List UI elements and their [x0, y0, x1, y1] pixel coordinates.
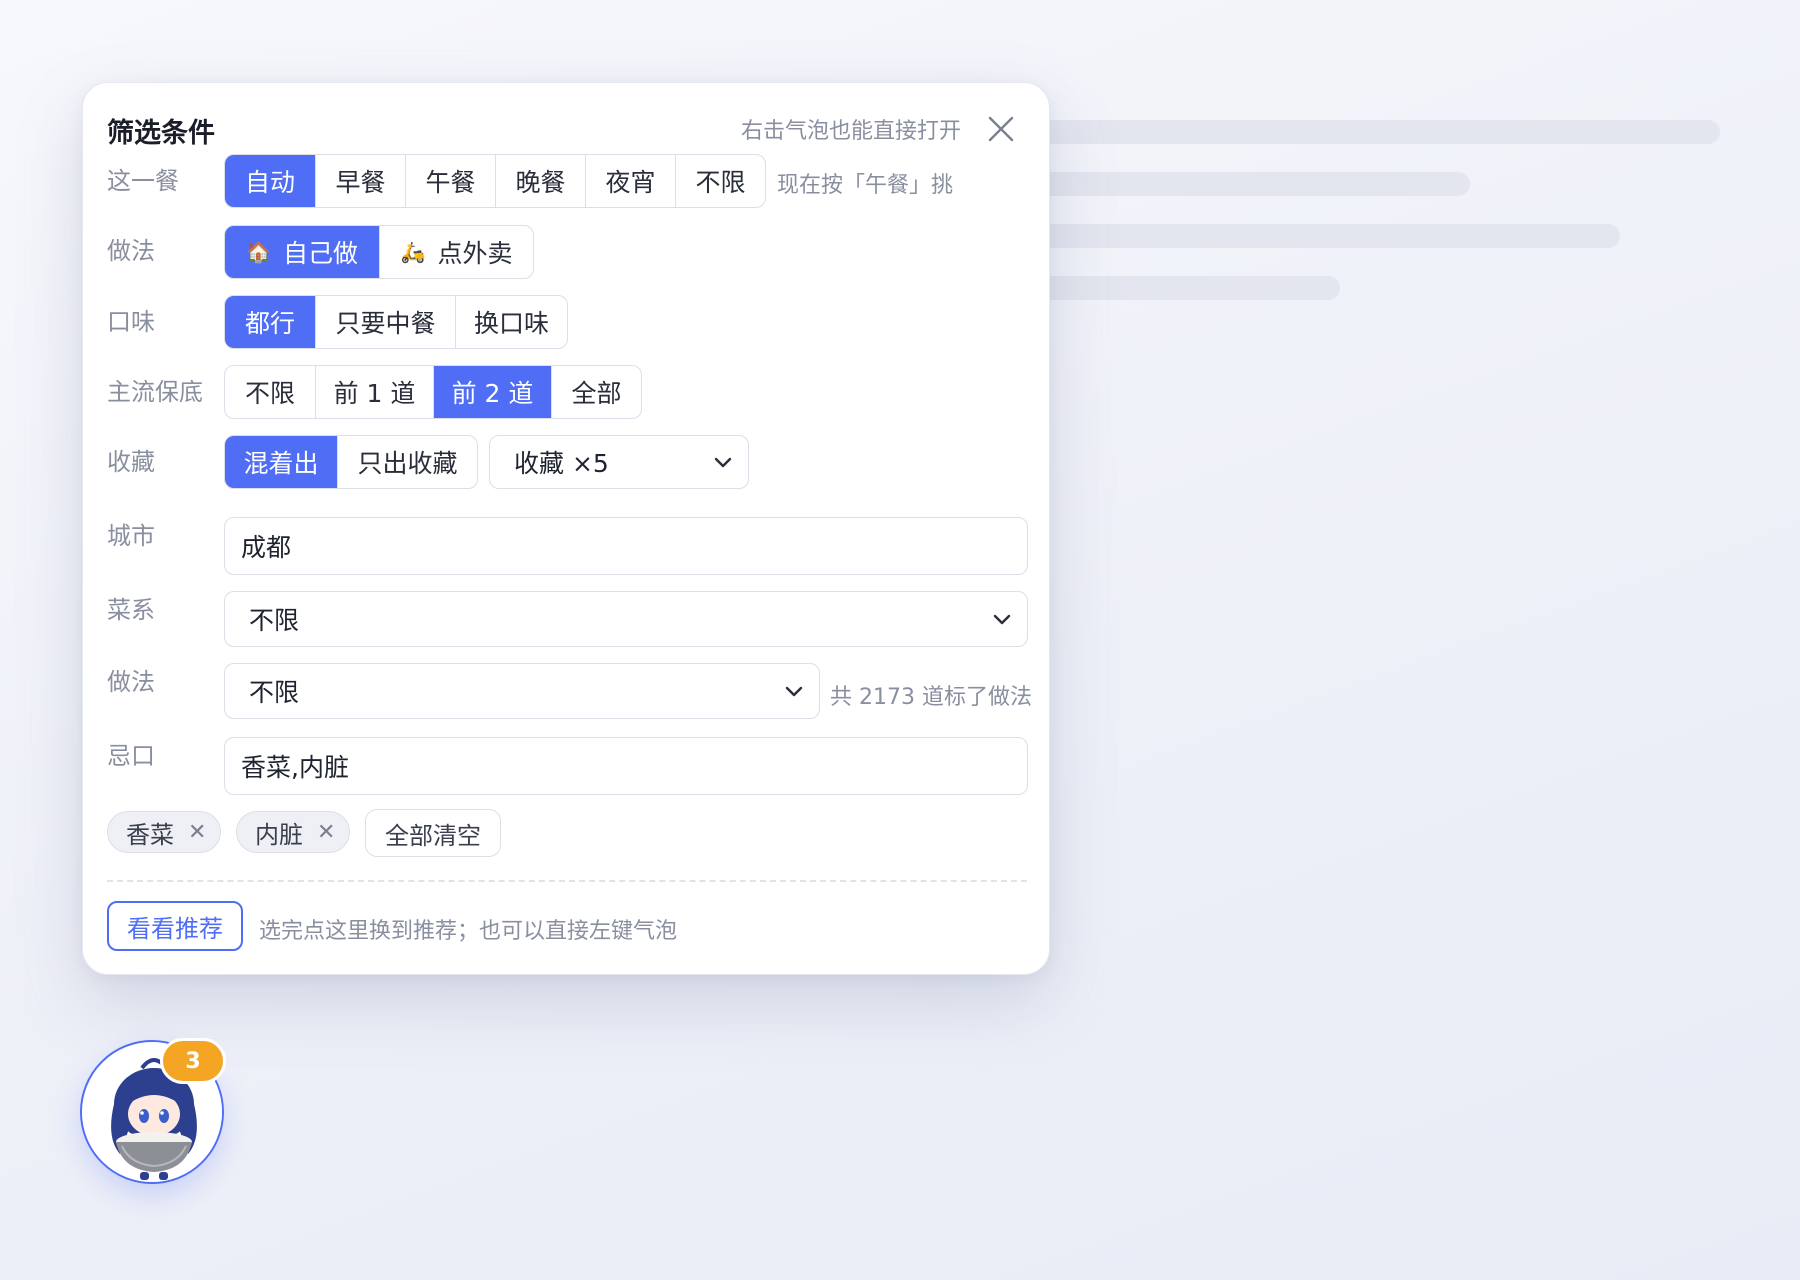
- avoid-tag-label: 香菜: [126, 820, 174, 849]
- close-button[interactable]: [985, 113, 1017, 145]
- mainstream-label: 主流保底: [107, 378, 203, 406]
- background-placeholder-line: [1010, 224, 1620, 248]
- filter-panel: 筛选条件 右击气泡也能直接打开 这一餐 自动 早餐 午餐 晚餐 夜宵 不限 现在…: [82, 82, 1050, 975]
- favorites-option-only[interactable]: 只出收藏: [337, 436, 477, 488]
- avoid-input[interactable]: 香菜,内脏: [224, 737, 1028, 795]
- cuisine-label: 菜系: [107, 596, 155, 624]
- avoid-tag[interactable]: 香菜 ✕: [107, 811, 222, 853]
- background-placeholder-line: [1010, 276, 1340, 300]
- avoid-tag-label: 内脏: [255, 820, 303, 849]
- avoid-tag[interactable]: 内脏 ✕: [236, 811, 351, 853]
- favorites-label: 收藏: [107, 448, 155, 476]
- method-option-cook-myself-label: 自己做: [282, 239, 358, 268]
- cooking-value: 不限: [249, 678, 300, 707]
- method-option-order-delivery-label: 点外卖: [437, 239, 513, 268]
- panel-title: 筛选条件: [107, 118, 215, 149]
- mainstream-segmented-control: 不限 前 1 道 前 2 道 全部: [224, 365, 642, 419]
- city-label: 城市: [107, 522, 155, 550]
- floating-avatar-bubble[interactable]: 3: [80, 1038, 226, 1184]
- method-option-cook-myself[interactable]: 🏠 自己做: [225, 226, 379, 278]
- method-mode-segmented-control: 🏠 自己做 🛵 点外卖: [224, 225, 534, 279]
- chevron-down-icon: [714, 457, 732, 468]
- meal-option-lunch[interactable]: 午餐: [405, 155, 495, 207]
- close-icon[interactable]: ✕: [188, 820, 206, 845]
- notification-badge: 3: [160, 1038, 226, 1084]
- top-hint: 右击气泡也能直接打开: [741, 119, 962, 144]
- cooking-label: 做法: [107, 668, 155, 696]
- house-icon: 🏠: [246, 240, 271, 264]
- divider: [107, 880, 1027, 882]
- meal-hint: 现在按「午餐」挑: [777, 173, 954, 198]
- method-option-order-delivery[interactable]: 🛵 点外卖: [379, 226, 533, 278]
- meal-segmented-control: 自动 早餐 午餐 晚餐 夜宵 不限: [224, 154, 766, 208]
- taste-option-any[interactable]: 都行: [225, 296, 315, 348]
- city-input[interactable]: 成都: [224, 517, 1028, 575]
- favorites-segmented-control: 混着出 只出收藏: [224, 435, 478, 489]
- scooter-icon: 🛵: [400, 240, 426, 264]
- cooking-select[interactable]: 不限: [224, 663, 820, 719]
- taste-label: 口味: [107, 308, 155, 336]
- favorites-weight-value: 收藏 ×5: [514, 449, 609, 478]
- cuisine-select[interactable]: 不限: [224, 591, 1028, 647]
- chevron-down-icon: [993, 614, 1011, 625]
- close-icon[interactable]: ✕: [317, 820, 335, 845]
- cooking-count-hint: 共 2173 道标了做法: [830, 685, 1032, 710]
- meal-label: 这一餐: [107, 167, 179, 195]
- mainstream-option-top-2[interactable]: 前 2 道: [433, 366, 551, 418]
- avoid-label: 忌口: [107, 742, 155, 770]
- background-placeholder-line: [1010, 120, 1720, 144]
- meal-option-late-night[interactable]: 夜宵: [585, 155, 675, 207]
- background-placeholder-line: [1010, 172, 1470, 196]
- footer-hint: 选完点这里换到推荐；也可以直接左键气泡: [259, 919, 678, 944]
- mainstream-option-all[interactable]: 全部: [551, 366, 641, 418]
- close-icon: [988, 116, 1014, 142]
- cuisine-value: 不限: [249, 606, 300, 635]
- taste-option-chinese-only[interactable]: 只要中餐: [315, 296, 455, 348]
- chevron-down-icon: [785, 686, 803, 697]
- favorites-weight-select[interactable]: 收藏 ×5: [489, 435, 749, 489]
- clear-all-button[interactable]: 全部清空: [365, 809, 501, 857]
- meal-option-breakfast[interactable]: 早餐: [315, 155, 405, 207]
- see-recommendations-button[interactable]: 看看推荐: [107, 901, 243, 951]
- meal-option-any[interactable]: 不限: [675, 155, 765, 207]
- method-mode-label: 做法: [107, 237, 155, 265]
- mainstream-option-any[interactable]: 不限: [225, 366, 315, 418]
- meal-option-dinner[interactable]: 晚餐: [495, 155, 585, 207]
- meal-option-auto[interactable]: 自动: [225, 155, 315, 207]
- taste-option-switch[interactable]: 换口味: [455, 296, 567, 348]
- mainstream-option-top-1[interactable]: 前 1 道: [315, 366, 433, 418]
- favorites-option-mixed[interactable]: 混着出: [225, 436, 337, 488]
- taste-segmented-control: 都行 只要中餐 换口味: [224, 295, 568, 349]
